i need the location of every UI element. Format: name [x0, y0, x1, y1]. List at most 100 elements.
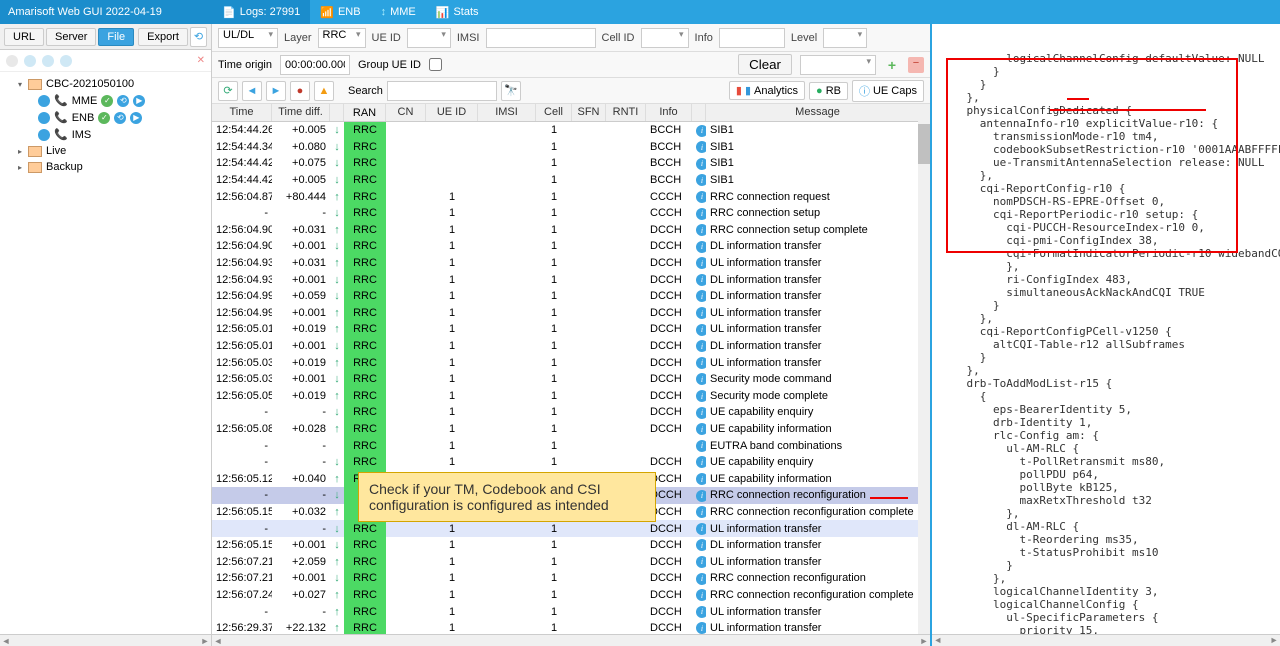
info-icon[interactable]: i	[696, 589, 706, 601]
restore-icon[interactable]: ⟲	[190, 27, 207, 47]
dot-icon[interactable]	[24, 55, 36, 67]
table-row[interactable]: --↓RRC11CCCHiRRC connection setup	[212, 205, 930, 222]
warning-icon[interactable]: ▲	[314, 81, 334, 101]
clear-button[interactable]: Clear	[738, 54, 792, 75]
col-ueid[interactable]: UE ID	[426, 104, 478, 121]
tree-enb[interactable]: 📞ENB ✓⟲▶	[0, 109, 211, 126]
info-icon[interactable]: i	[696, 274, 706, 286]
play-icon[interactable]: ▶	[133, 95, 145, 107]
info-icon[interactable]: i	[696, 390, 706, 402]
dot-icon[interactable]	[42, 55, 54, 67]
table-row[interactable]: 12:56:05.017+0.001↓RRC11DCCHiDL informat…	[212, 338, 930, 355]
table-body[interactable]: 12:54:44.269+0.005↓RRC1BCCHiSIB112:54:44…	[212, 122, 930, 634]
col-ran[interactable]: RAN	[344, 104, 386, 121]
table-row[interactable]: 12:56:05.084+0.028↑RRC11DCCHiUE capabili…	[212, 421, 930, 438]
tab-logs[interactable]: 📄Logs: 27991	[212, 0, 310, 24]
info-icon[interactable]: i	[696, 340, 706, 352]
table-row[interactable]: 12:56:04.905+0.001↓RRC11DCCHiDL informat…	[212, 238, 930, 255]
info-icon[interactable]: i	[696, 506, 706, 518]
layer-select[interactable]: RRC	[318, 28, 366, 48]
table-row[interactable]: 12:54:44.269+0.005↓RRC1BCCHiSIB1	[212, 122, 930, 139]
left-hscroll[interactable]: ◄►	[0, 634, 211, 646]
center-hscroll[interactable]: ◄►	[212, 634, 930, 646]
file-button[interactable]: File	[98, 28, 134, 46]
binoculars-icon[interactable]: 🔭	[501, 81, 521, 101]
table-row[interactable]: --↓RRC11DCCHiUE capability enquiry	[212, 454, 930, 471]
table-row[interactable]: 12:54:44.429+0.005↓RRC1BCCHiSIB1	[212, 172, 930, 189]
error-icon[interactable]: ●	[290, 81, 310, 101]
tree-ims[interactable]: 📞IMS	[0, 126, 211, 143]
tab-enb[interactable]: 📶ENB	[310, 0, 370, 24]
info-icon[interactable]: i	[696, 257, 706, 269]
info-icon[interactable]: i	[696, 125, 706, 137]
info-icon[interactable]: i	[696, 407, 706, 419]
info-input[interactable]	[719, 28, 785, 48]
info-icon[interactable]: i	[696, 523, 706, 535]
info-icon[interactable]: i	[696, 241, 706, 253]
info-icon[interactable]: i	[696, 224, 706, 236]
info-icon[interactable]: i	[696, 622, 706, 634]
table-row[interactable]: 12:56:04.996+0.059↓RRC11DCCHiDL informat…	[212, 288, 930, 305]
table-row[interactable]: 12:54:44.424+0.075↓RRC1BCCHiSIB1	[212, 155, 930, 172]
table-row[interactable]: 12:56:05.016+0.019↑RRC11DCCHiUL informat…	[212, 321, 930, 338]
right-hscroll[interactable]: ◄►	[932, 634, 1280, 646]
info-icon[interactable]: i	[696, 191, 706, 203]
uldl-select[interactable]: UL/DL	[218, 28, 278, 48]
ueid-select[interactable]	[407, 28, 451, 48]
table-row[interactable]: 12:56:07.216+2.059↑RRC11DCCHiUL informat…	[212, 553, 930, 570]
dot-icon[interactable]	[60, 55, 72, 67]
col-time[interactable]: Time	[212, 104, 272, 121]
table-row[interactable]: 12:56:04.937+0.001↓RRC11DCCHiDL informat…	[212, 271, 930, 288]
tree-root[interactable]: ▾CBC-2021050100	[0, 76, 211, 92]
table-row[interactable]: --↓RRC11DCCHiUL information transfer	[212, 520, 930, 537]
info-icon[interactable]: i	[696, 423, 706, 435]
search-input[interactable]	[387, 81, 497, 101]
back-icon[interactable]: ◄	[242, 81, 262, 101]
tree-mme[interactable]: 📞MME ✓⟲▶	[0, 92, 211, 109]
table-row[interactable]: 12:56:05.036+0.019↑RRC11DCCHiUL informat…	[212, 354, 930, 371]
info-icon[interactable]: i	[696, 324, 706, 336]
info-icon[interactable]: i	[696, 440, 706, 452]
table-row[interactable]: 12:56:05.037+0.001↓RRC11DCCHiSecurity mo…	[212, 371, 930, 388]
export-button[interactable]: Export	[138, 28, 188, 46]
cycle-icon[interactable]: ⟲	[114, 112, 126, 124]
col-diff[interactable]: Time diff.	[272, 104, 330, 121]
tree-live[interactable]: ▸Live	[0, 143, 211, 159]
info-icon[interactable]: i	[696, 357, 706, 369]
cycle-icon[interactable]: ⟲	[117, 95, 129, 107]
table-row[interactable]: --RRC11iEUTRA band combinations	[212, 437, 930, 454]
tree-backup[interactable]: ▸Backup	[0, 159, 211, 175]
info-icon[interactable]: i	[696, 307, 706, 319]
info-icon[interactable]: i	[696, 290, 706, 302]
table-row[interactable]: 12:56:04.873+80.444↑RRC11CCCHiRRC connec…	[212, 188, 930, 205]
play-icon[interactable]: ▶	[130, 112, 142, 124]
table-row[interactable]: --↓RRC11DCCHiUE capability enquiry	[212, 404, 930, 421]
info-icon[interactable]: i	[696, 606, 706, 618]
info-icon[interactable]: i	[696, 456, 706, 468]
cellid-select[interactable]	[641, 28, 689, 48]
remove-icon[interactable]: −	[908, 57, 924, 73]
info-icon[interactable]: i	[696, 556, 706, 568]
info-icon[interactable]: i	[696, 174, 706, 186]
col-msg[interactable]: Message	[706, 104, 930, 121]
table-row[interactable]: 12:56:04.936+0.031↑RRC11DCCHiUL informat…	[212, 255, 930, 272]
time-origin-input[interactable]	[280, 55, 350, 75]
close-icon[interactable]: ✕	[197, 55, 205, 66]
forward-icon[interactable]: ►	[266, 81, 286, 101]
table-row[interactable]: 12:56:07.217+0.001↓RRC11DCCHiRRC connect…	[212, 570, 930, 587]
uecaps-button[interactable]: ⓘUE Caps	[852, 80, 924, 102]
group-ueid-checkbox[interactable]	[429, 58, 442, 71]
col-imsi[interactable]: IMSI	[478, 104, 536, 121]
table-row[interactable]: 12:56:29.376+22.132↑RRC11DCCHiUL informa…	[212, 620, 930, 634]
imsi-input[interactable]	[486, 28, 596, 48]
table-row[interactable]: 12:54:44.349+0.080↓RRC1BCCHiSIB1	[212, 139, 930, 156]
info-icon[interactable]: i	[696, 473, 706, 485]
info-icon[interactable]: i	[696, 208, 706, 220]
refresh-icon[interactable]: ⟳	[218, 81, 238, 101]
add-icon[interactable]: +	[884, 57, 900, 73]
tab-mme[interactable]: ↕MME	[371, 0, 426, 24]
dot-icon[interactable]	[6, 55, 18, 67]
info-icon[interactable]: i	[696, 373, 706, 385]
col-cn[interactable]: CN	[386, 104, 426, 121]
tab-stats[interactable]: 📊Stats	[426, 0, 489, 24]
